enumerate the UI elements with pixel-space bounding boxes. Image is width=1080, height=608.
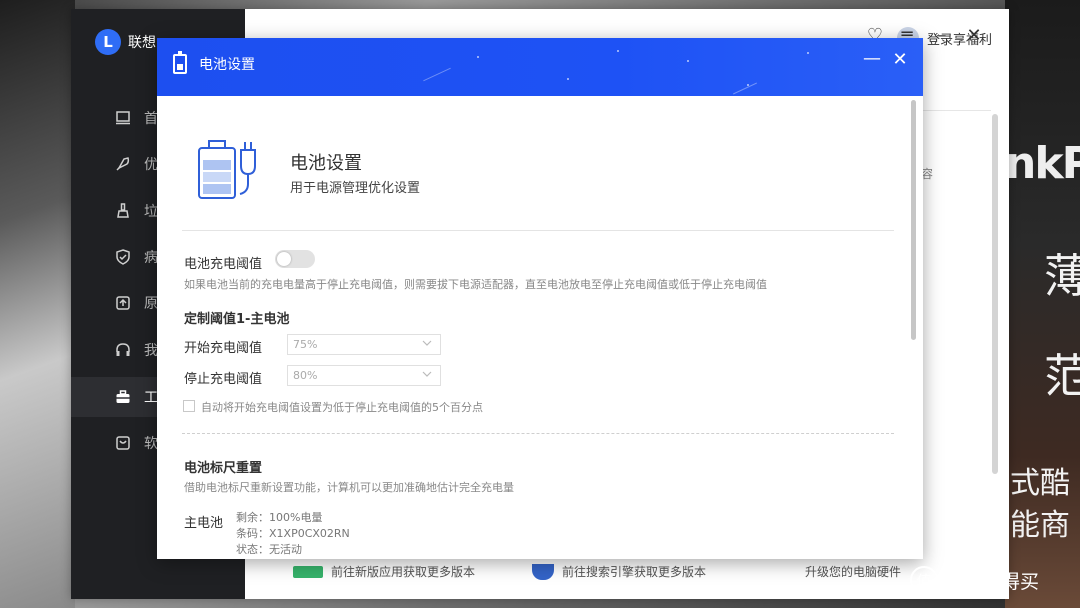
- gauge-reset-description: 借助电池标尺重新设置功能，计算机可以更加准确地估计完全充电量: [184, 481, 514, 494]
- dashed-divider: [182, 433, 894, 434]
- chevron-down-icon: [421, 336, 433, 348]
- battery-barcode: 条码：X1XP0CX02RN: [236, 527, 350, 540]
- toolbox-icon: [114, 388, 132, 406]
- sidebar-item-label: 病: [144, 250, 158, 266]
- battery-remaining: 剩余：100%电量: [236, 511, 323, 524]
- close-button[interactable]: ✕: [965, 27, 983, 45]
- app-logo-text: 联想: [128, 35, 156, 51]
- bottom-item-text: 升级您的电脑硬件: [805, 565, 902, 579]
- hero-subtitle: 用于电源管理优化设置: [290, 181, 421, 196]
- stop-threshold-value: 80%: [293, 369, 318, 382]
- battery-status: 状态：无活动: [236, 543, 302, 556]
- threshold-description: 如果电池当前的充电电量高于停止充电阈值，则需要拔下电源适配器，直至电池放电至停止…: [184, 278, 767, 291]
- decor-star: [477, 56, 479, 58]
- start-threshold-label: 开始充电阈值: [184, 341, 263, 356]
- headset-icon: [114, 341, 132, 359]
- bottom-item-text: 前往新版应用获取更多版本: [331, 565, 476, 579]
- sidebar-item-label: 软: [144, 436, 158, 452]
- divider: [921, 110, 991, 111]
- app-scrollbar[interactable]: [992, 114, 998, 474]
- bottom-item[interactable]: 升级您的电脑硬件: [805, 563, 901, 580]
- bottom-item-text: 前往搜索引擎获取更多版本: [562, 565, 707, 579]
- app-logo: L 联想: [95, 29, 156, 55]
- dialog-title: 电池设置: [199, 57, 255, 73]
- battery-icon: [173, 51, 187, 74]
- background-text-line: 能商: [1010, 508, 1070, 543]
- battery-plug-icon: [197, 138, 261, 204]
- store-icon: [114, 434, 132, 452]
- upload-icon: [114, 294, 132, 312]
- dialog-header: 电池设置 — ✕: [157, 38, 923, 96]
- gauge-reset-heading: 电池标尺重置: [184, 461, 263, 476]
- shield-icon: [532, 563, 554, 580]
- threshold-label: 电池充电阈值: [184, 257, 263, 272]
- broom-icon: [114, 202, 132, 220]
- start-threshold-select[interactable]: 75%: [287, 334, 441, 355]
- background-char: 范: [1044, 349, 1080, 403]
- dialog-scrollbar[interactable]: [911, 100, 916, 340]
- sidebar-item-label: 我: [144, 343, 158, 359]
- dialog-minimize-button[interactable]: —: [863, 48, 881, 69]
- background-brand-text: nkPa: [1005, 138, 1080, 189]
- shield-icon: [114, 248, 132, 266]
- sidebar-item-label: 工: [144, 390, 158, 406]
- stop-threshold-label: 停止充电阈值: [184, 372, 263, 387]
- decor-star: [567, 78, 569, 80]
- watermark: 值 什么值得买: [910, 566, 1039, 594]
- lenovo-logo-icon: L: [95, 29, 121, 55]
- bottom-item[interactable]: 前往搜索引擎获取更多版本: [532, 563, 706, 580]
- hero-title: 电池设置: [290, 153, 362, 174]
- decor-star: [617, 50, 619, 52]
- auto-threshold-label: 自动将开始充电阈值设置为低于停止充电阈值的5个百分点: [201, 401, 483, 414]
- background-char: 薄: [1044, 249, 1080, 303]
- rocket-icon: [114, 155, 132, 173]
- bottom-item[interactable]: 前往新版应用获取更多版本: [293, 563, 475, 580]
- battery-settings-dialog: 电池设置 — ✕ 电池设置 用于电源管理优化设置 电池充电阈值 如果电池当前的充…: [157, 38, 923, 559]
- chevron-down-icon: [421, 367, 433, 379]
- watermark-text: 什么值得买: [944, 570, 1040, 593]
- divider: [182, 230, 894, 231]
- sidebar-item-label: 垃: [144, 204, 158, 220]
- threshold-toggle[interactable]: [275, 250, 315, 268]
- desktop-background-left: [0, 0, 75, 608]
- decor-star: [687, 60, 689, 62]
- background-text-line: 式酷: [1010, 466, 1070, 501]
- decor-star: [807, 52, 809, 54]
- dialog-close-button[interactable]: ✕: [891, 49, 909, 70]
- stop-threshold-select[interactable]: 80%: [287, 365, 441, 386]
- sidebar-item-label: 原: [144, 296, 158, 312]
- auto-threshold-checkbox[interactable]: [183, 400, 195, 412]
- minimize-button[interactable]: –: [933, 27, 951, 45]
- decor-streak: [423, 67, 451, 82]
- watermark-logo-icon: 值: [910, 566, 938, 594]
- start-threshold-value: 75%: [293, 338, 318, 351]
- decor-streak: [733, 82, 757, 95]
- sidebar-item-label: 优: [144, 157, 158, 173]
- sidebar-item-label: 首: [144, 111, 158, 127]
- custom-threshold-heading: 定制阈值1-主电池: [184, 312, 290, 327]
- green-icon: [293, 565, 323, 578]
- laptop-icon: [114, 109, 132, 127]
- main-battery-label: 主电池: [184, 516, 224, 531]
